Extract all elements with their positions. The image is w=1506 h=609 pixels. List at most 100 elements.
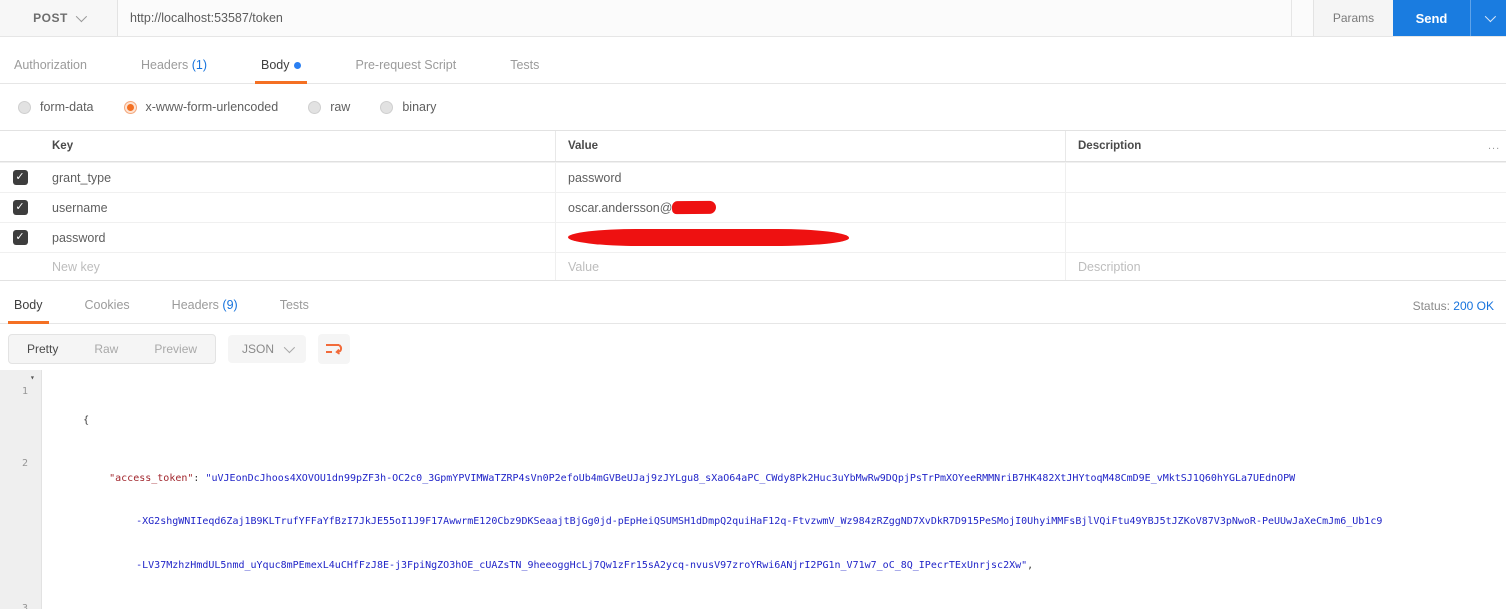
table-row-grant-type: ✓ grant_type password (0, 162, 1506, 192)
preview-button[interactable]: Preview (136, 335, 215, 363)
radio-x-www-form-urlencoded[interactable]: x-www-form-urlencoded (123, 100, 279, 114)
status-badge[interactable]: 200 OK (1453, 299, 1494, 313)
json-key: "access_token" (109, 472, 194, 484)
send-options-button[interactable] (1470, 0, 1506, 36)
code-line-2: 2 "access_token": "uVJEonDcJhoos4XOVOU1d… (0, 443, 1506, 501)
headers-count-badge: (9) (222, 298, 238, 312)
description-cell[interactable] (1065, 193, 1488, 222)
key-cell[interactable]: grant_type (40, 171, 555, 185)
pretty-button[interactable]: Pretty (9, 335, 76, 363)
value-cell[interactable] (555, 223, 1065, 252)
more-options-icon[interactable]: ... (1488, 140, 1506, 152)
urlencoded-kv-table: Key Value Description ... ✓ grant_type p… (0, 130, 1506, 281)
tab-headers-label: Headers (140, 58, 189, 72)
toolbar-separator (1291, 0, 1313, 36)
line-number: 1 (21, 385, 28, 397)
radio-icon (380, 100, 394, 114)
header-checkbox-cell (0, 131, 40, 161)
kv-table-header: Key Value Description ... (0, 131, 1506, 162)
json-string-value: "uVJEonDcJhoos4XOVOU1dn99pZF3h-OC2c0_3Gp… (205, 472, 1296, 484)
url-input[interactable] (130, 11, 1291, 25)
column-header-key: Key (52, 140, 74, 152)
radio-label: binary (402, 100, 437, 114)
redaction-mark (672, 200, 717, 215)
new-value-input[interactable]: Value (555, 253, 1065, 280)
view-mode-group: Pretty Raw Preview (8, 334, 217, 364)
language-label: JSON (242, 342, 275, 356)
tab-response-body[interactable]: Body (8, 290, 49, 324)
headers-count-badge: (1) (191, 58, 207, 72)
code-line-3: 3 "token_type": "bearer", (0, 588, 1506, 609)
status-label: Status: (1412, 299, 1450, 313)
tab-headers-label: Headers (171, 298, 219, 312)
response-section: Body Cookies Headers (9) Tests Status: 2… (0, 291, 1506, 609)
chevron-down-icon (75, 10, 87, 23)
tab-body[interactable]: Body (254, 50, 308, 84)
line-number: 3 (21, 603, 28, 609)
open-brace: { (83, 414, 90, 426)
table-row-new: New key Value Description (0, 252, 1506, 280)
method-dropdown[interactable]: POST (0, 0, 118, 36)
radio-form-data[interactable]: form-data (18, 100, 94, 114)
tab-authorization[interactable]: Authorization (8, 50, 93, 83)
table-row-username: ✓ username oscar.andersson@ (0, 192, 1506, 222)
description-cell[interactable] (1065, 223, 1488, 252)
new-key-input[interactable]: New key (40, 260, 555, 274)
response-body-viewer[interactable]: 1 ▾ { 2 "access_token": "uVJEonDcJhoos4X… (0, 370, 1506, 609)
radio-label: raw (330, 100, 351, 114)
description-cell[interactable] (1065, 163, 1488, 192)
key-cell[interactable]: password (40, 231, 555, 245)
tab-tests[interactable]: Tests (504, 50, 545, 83)
method-label: POST (33, 11, 68, 25)
wrap-text-icon (326, 344, 343, 355)
status-indicator: Status: 200 OK (1413, 299, 1494, 313)
json-colon: : (193, 472, 206, 484)
row-checkbox[interactable]: ✓ (12, 170, 28, 185)
radio-icon (18, 100, 31, 114)
url-field-container (118, 0, 1291, 36)
key-cell[interactable]: username (40, 201, 555, 215)
table-row-password: ✓ password (0, 222, 1506, 252)
tab-headers[interactable]: Headers (1) (135, 50, 213, 83)
tab-body-label: Body (260, 58, 290, 72)
json-string-value: -LV37MzhzHmdUL5nmd_uYquc8mPEmexL4uCHfFzJ… (136, 559, 1028, 571)
body-type-selector: form-data x-www-form-urlencoded raw bina… (0, 84, 1506, 130)
chevron-down-icon (1484, 10, 1496, 23)
response-viewer-toolbar: Pretty Raw Preview JSON (0, 324, 1506, 364)
params-button[interactable]: Params (1313, 0, 1393, 36)
radio-binary[interactable]: binary (380, 100, 436, 114)
column-header-description: Description (1065, 131, 1488, 161)
fold-caret-icon[interactable]: ▾ (30, 371, 35, 386)
tab-response-headers[interactable]: Headers (9) (166, 290, 244, 323)
request-bar: POST Params Send (0, 0, 1506, 37)
send-button[interactable]: Send (1393, 0, 1470, 36)
row-checkbox[interactable]: ✓ (12, 200, 28, 215)
body-has-content-dot (294, 62, 302, 70)
line-number: 2 (21, 458, 28, 469)
chevron-down-icon (283, 341, 296, 354)
tab-cookies[interactable]: Cookies (79, 290, 136, 323)
json-string-value: -XG2shgWNIIeqd6Zaj1B9KLTrufYFFaYfBzI7JkJ… (136, 516, 1383, 527)
raw-button[interactable]: Raw (76, 335, 136, 363)
tab-pre-request-script[interactable]: Pre-request Script (349, 50, 462, 83)
code-line-2-wrap-2: -LV37MzhzHmdUL5nmd_uYquc8mPEmexL4uCHfFzJ… (0, 544, 1506, 588)
row-checkbox[interactable]: ✓ (12, 230, 28, 245)
radio-label: form-data (40, 100, 94, 114)
request-tabs: Authorization Headers (1) Body Pre-reque… (0, 45, 1506, 84)
value-cell[interactable]: password (555, 163, 1065, 192)
language-dropdown[interactable]: JSON (228, 335, 307, 363)
column-header-value: Value (555, 131, 1065, 161)
new-description-input[interactable]: Description (1065, 253, 1488, 280)
response-tabs: Body Cookies Headers (9) Tests Status: 2… (0, 291, 1506, 324)
tab-response-tests[interactable]: Tests (274, 290, 315, 323)
radio-label: x-www-form-urlencoded (145, 100, 279, 114)
radio-selected-icon (123, 100, 137, 114)
wrap-text-button[interactable] (318, 334, 351, 364)
radio-icon (308, 100, 322, 114)
json-comma: , (1027, 559, 1034, 571)
code-line-2-wrap-1: -XG2shgWNIIeqd6Zaj1B9KLTrufYFFaYfBzI7JkJ… (0, 501, 1506, 545)
radio-raw[interactable]: raw (308, 100, 350, 114)
value-text: oscar.andersson@ (568, 200, 673, 215)
value-cell[interactable]: oscar.andersson@ (555, 193, 1065, 222)
code-line-1: 1 ▾ { (0, 370, 1506, 443)
